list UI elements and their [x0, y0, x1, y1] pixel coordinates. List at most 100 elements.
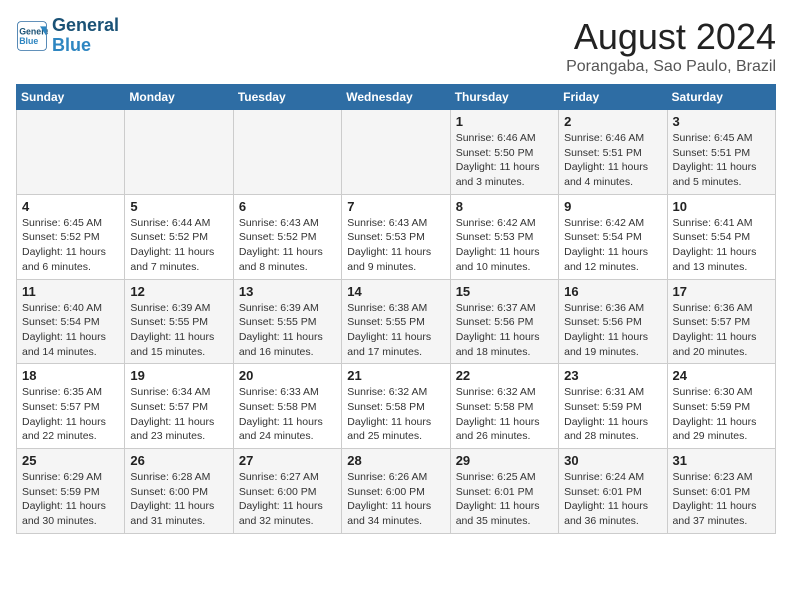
day-number: 7 — [347, 199, 444, 214]
calendar-cell — [233, 110, 341, 195]
calendar-cell: 8Sunrise: 6:42 AM Sunset: 5:53 PM Daylig… — [450, 194, 558, 279]
day-info: Sunrise: 6:26 AM Sunset: 6:00 PM Dayligh… — [347, 470, 444, 529]
week-row-5: 25Sunrise: 6:29 AM Sunset: 5:59 PM Dayli… — [17, 449, 776, 534]
week-row-2: 4Sunrise: 6:45 AM Sunset: 5:52 PM Daylig… — [17, 194, 776, 279]
day-number: 9 — [564, 199, 661, 214]
column-header-thursday: Thursday — [450, 85, 558, 110]
day-number: 13 — [239, 284, 336, 299]
calendar-cell: 11 Sunrise: 6:40 AM Sunset: 5:54 PM Dayli… — [17, 279, 125, 364]
day-number: 5 — [130, 199, 227, 214]
calendar-cell: 18 Sunrise: 6:35 AM Sunset: 5:57 PM Dayli… — [17, 364, 125, 449]
day-number: 11 — [22, 284, 119, 299]
calendar: SundayMondayTuesdayWednesdayThursdayFrid… — [16, 84, 776, 534]
calendar-cell: 16 Sunrise: 6:36 AM Sunset: 5:56 PM Dayli… — [559, 279, 667, 364]
day-info: Sunrise: 6:28 AM Sunset: 6:00 PM Dayligh… — [130, 470, 227, 529]
svg-text:Blue: Blue — [19, 36, 38, 46]
column-header-saturday: Saturday — [667, 85, 775, 110]
day-number: 20 — [239, 368, 336, 383]
day-number: 3 — [673, 114, 770, 129]
column-header-monday: Monday — [125, 85, 233, 110]
day-info: Sunrise: 6:46 AM Sunset: 5:51 PM Dayligh… — [564, 131, 661, 190]
month-year: August 2024 — [566, 16, 776, 58]
calendar-cell: 12Sunrise: 6:39 AM Sunset: 5:55 PM Dayli… — [125, 279, 233, 364]
day-number: 25 — [22, 453, 119, 468]
calendar-cell: 22 Sunrise: 6:32 AM Sunset: 5:58 PM Dayli… — [450, 364, 558, 449]
calendar-cell: 13Sunrise: 6:39 AM Sunset: 5:55 PM Dayli… — [233, 279, 341, 364]
day-info: Sunrise: 6:41 AM Sunset: 5:54 PM Dayligh… — [673, 216, 770, 275]
day-info: Sunrise: 6:44 AM Sunset: 5:52 PM Dayligh… — [130, 216, 227, 275]
day-number: 28 — [347, 453, 444, 468]
page-header: General Blue General Blue August 2024 Po… — [16, 16, 776, 76]
day-info: Sunrise: 6:42 AM Sunset: 5:54 PM Dayligh… — [564, 216, 661, 275]
day-info: Sunrise: 6:32 AM Sunset: 5:58 PM Dayligh… — [456, 385, 553, 444]
calendar-cell: 6 Sunrise: 6:43 AM Sunset: 5:52 PM Daylig… — [233, 194, 341, 279]
day-info: Sunrise: 6:45 AM Sunset: 5:51 PM Dayligh… — [673, 131, 770, 190]
calendar-cell: 1 Sunrise: 6:46 AM Sunset: 5:50 PM Daylig… — [450, 110, 558, 195]
week-row-4: 18 Sunrise: 6:35 AM Sunset: 5:57 PM Dayli… — [17, 364, 776, 449]
day-number: 16 — [564, 284, 661, 299]
day-info: Sunrise: 6:35 AM Sunset: 5:57 PM Dayligh… — [22, 385, 119, 444]
day-info: Sunrise: 6:34 AM Sunset: 5:57 PM Dayligh… — [130, 385, 227, 444]
calendar-cell: 29 Sunrise: 6:25 AM Sunset: 6:01 PM Dayli… — [450, 449, 558, 534]
day-info: Sunrise: 6:33 AM Sunset: 5:58 PM Dayligh… — [239, 385, 336, 444]
day-number: 31 — [673, 453, 770, 468]
day-number: 30 — [564, 453, 661, 468]
calendar-cell: 26 Sunrise: 6:28 AM Sunset: 6:00 PM Dayli… — [125, 449, 233, 534]
day-info: Sunrise: 6:46 AM Sunset: 5:50 PM Dayligh… — [456, 131, 553, 190]
day-number: 18 — [22, 368, 119, 383]
day-number: 23 — [564, 368, 661, 383]
day-number: 4 — [22, 199, 119, 214]
day-info: Sunrise: 6:43 AM Sunset: 5:53 PM Dayligh… — [347, 216, 444, 275]
calendar-cell: 19 Sunrise: 6:34 AM Sunset: 5:57 PM Dayli… — [125, 364, 233, 449]
day-info: Sunrise: 6:36 AM Sunset: 5:56 PM Dayligh… — [564, 301, 661, 360]
header-row: SundayMondayTuesdayWednesdayThursdayFrid… — [17, 85, 776, 110]
day-number: 21 — [347, 368, 444, 383]
day-number: 26 — [130, 453, 227, 468]
calendar-cell: 30 Sunrise: 6:24 AM Sunset: 6:01 PM Dayli… — [559, 449, 667, 534]
day-info: Sunrise: 6:43 AM Sunset: 5:52 PM Dayligh… — [239, 216, 336, 275]
calendar-cell: 2 Sunrise: 6:46 AM Sunset: 5:51 PM Daylig… — [559, 110, 667, 195]
day-info: Sunrise: 6:36 AM Sunset: 5:57 PM Dayligh… — [673, 301, 770, 360]
calendar-cell: 21 Sunrise: 6:32 AM Sunset: 5:58 PM Dayli… — [342, 364, 450, 449]
day-info: Sunrise: 6:32 AM Sunset: 5:58 PM Dayligh… — [347, 385, 444, 444]
calendar-body: 1 Sunrise: 6:46 AM Sunset: 5:50 PM Daylig… — [17, 110, 776, 534]
column-header-wednesday: Wednesday — [342, 85, 450, 110]
calendar-cell: 25Sunrise: 6:29 AM Sunset: 5:59 PM Dayli… — [17, 449, 125, 534]
column-header-friday: Friday — [559, 85, 667, 110]
day-info: Sunrise: 6:38 AM Sunset: 5:55 PM Dayligh… — [347, 301, 444, 360]
calendar-cell: 7 Sunrise: 6:43 AM Sunset: 5:53 PM Daylig… — [342, 194, 450, 279]
day-number: 1 — [456, 114, 553, 129]
calendar-cell: 14Sunrise: 6:38 AM Sunset: 5:55 PM Dayli… — [342, 279, 450, 364]
day-info: Sunrise: 6:37 AM Sunset: 5:56 PM Dayligh… — [456, 301, 553, 360]
calendar-cell: 23 Sunrise: 6:31 AM Sunset: 5:59 PM Dayli… — [559, 364, 667, 449]
day-number: 22 — [456, 368, 553, 383]
week-row-1: 1 Sunrise: 6:46 AM Sunset: 5:50 PM Daylig… — [17, 110, 776, 195]
calendar-cell: 15 Sunrise: 6:37 AM Sunset: 5:56 PM Dayli… — [450, 279, 558, 364]
location: Porangaba, Sao Paulo, Brazil — [566, 58, 776, 76]
day-number: 2 — [564, 114, 661, 129]
day-number: 10 — [673, 199, 770, 214]
day-info: Sunrise: 6:27 AM Sunset: 6:00 PM Dayligh… — [239, 470, 336, 529]
column-header-tuesday: Tuesday — [233, 85, 341, 110]
day-number: 19 — [130, 368, 227, 383]
calendar-cell: 27Sunrise: 6:27 AM Sunset: 6:00 PM Dayli… — [233, 449, 341, 534]
day-info: Sunrise: 6:39 AM Sunset: 5:55 PM Dayligh… — [130, 301, 227, 360]
calendar-cell — [125, 110, 233, 195]
calendar-cell: 24Sunrise: 6:30 AM Sunset: 5:59 PM Dayli… — [667, 364, 775, 449]
calendar-cell — [17, 110, 125, 195]
day-number: 6 — [239, 199, 336, 214]
day-number: 29 — [456, 453, 553, 468]
calendar-cell: 10 Sunrise: 6:41 AM Sunset: 5:54 PM Dayli… — [667, 194, 775, 279]
calendar-cell: 20 Sunrise: 6:33 AM Sunset: 5:58 PM Dayli… — [233, 364, 341, 449]
day-info: Sunrise: 6:24 AM Sunset: 6:01 PM Dayligh… — [564, 470, 661, 529]
day-info: Sunrise: 6:31 AM Sunset: 5:59 PM Dayligh… — [564, 385, 661, 444]
week-row-3: 11 Sunrise: 6:40 AM Sunset: 5:54 PM Dayli… — [17, 279, 776, 364]
day-number: 8 — [456, 199, 553, 214]
day-number: 17 — [673, 284, 770, 299]
day-info: Sunrise: 6:40 AM Sunset: 5:54 PM Dayligh… — [22, 301, 119, 360]
day-info: Sunrise: 6:25 AM Sunset: 6:01 PM Dayligh… — [456, 470, 553, 529]
day-number: 15 — [456, 284, 553, 299]
column-header-sunday: Sunday — [17, 85, 125, 110]
day-number: 24 — [673, 368, 770, 383]
logo-icon: General Blue — [16, 20, 48, 52]
